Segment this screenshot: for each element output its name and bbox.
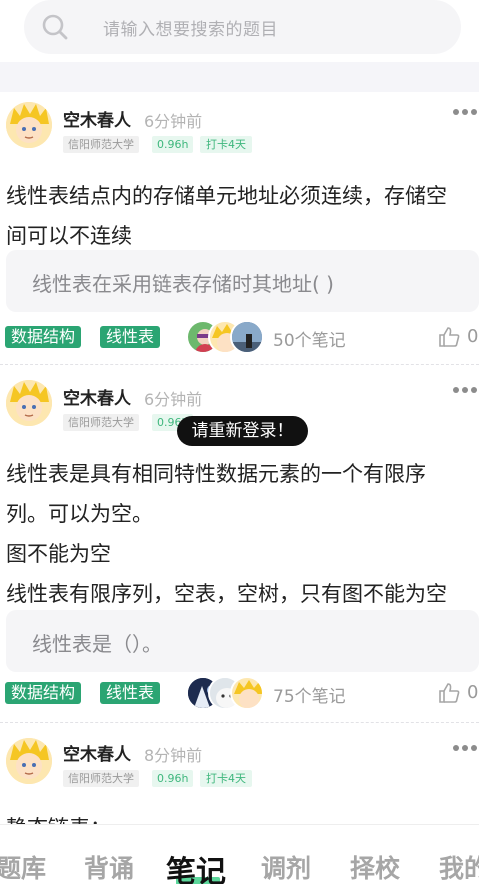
note-body-line: 线性表是具有相同特性数据元素的一个有限序 — [6, 462, 426, 486]
search-bar[interactable]: 请输入想要搜索的题目 — [24, 0, 461, 54]
card-divider — [0, 722, 479, 723]
contributor-avatars[interactable] — [186, 676, 266, 710]
contributor-avatars[interactable] — [186, 320, 266, 354]
question-card[interactable]: 线性表在采用链表存储时其地址( ) — [6, 250, 479, 312]
author-name[interactable]: 空木春人 — [63, 106, 131, 131]
more-options-icon[interactable] — [453, 384, 479, 396]
checkin-badge: 打卡4天 — [200, 770, 252, 787]
post-time: 6分钟前 — [144, 112, 203, 131]
school-badge: 信阳师范大学 — [63, 136, 139, 153]
search-input[interactable]: 请输入想要搜索的题目 — [103, 15, 278, 40]
tab-recite[interactable]: 背诵 — [84, 849, 134, 884]
notes-page: 请输入想要搜索的题目 空木春人 6分钟前 信阳师范大学 0.96h 打卡4天 线… — [0, 0, 479, 884]
note-body-line: 图不能为空 — [6, 542, 111, 566]
school-badge: 信阳师范大学 — [63, 414, 139, 431]
question-card[interactable]: 线性表是（）。 — [6, 610, 479, 672]
toast-message: 请重新登录！ — [177, 416, 308, 446]
tab-school-choice[interactable]: 择校 — [350, 849, 400, 884]
post-time: 8分钟前 — [144, 746, 203, 765]
tab-profile[interactable]: 我的 — [439, 849, 479, 884]
notes-count[interactable]: 75个笔记 — [273, 682, 346, 707]
thumbs-up-icon[interactable] — [438, 682, 460, 704]
notes-count[interactable]: 50个笔记 — [273, 326, 346, 351]
study-hours-badge: 0.96h — [152, 136, 194, 153]
question-text: 线性表是（）。 — [32, 632, 162, 656]
more-options-icon[interactable] — [453, 106, 479, 118]
note-body-line: 线性表结点内的存储单元地址必须连续，存储空 — [6, 184, 447, 208]
post-time: 6分钟前 — [144, 390, 203, 409]
like-count: 0 — [467, 326, 479, 347]
contributor-avatar — [230, 320, 264, 354]
avatar-image — [6, 738, 52, 784]
topic-tag[interactable]: 线性表 — [100, 682, 161, 704]
like-count: 0 — [467, 682, 479, 703]
more-options-icon[interactable] — [453, 742, 479, 754]
avatar[interactable] — [6, 380, 52, 426]
avatar-image — [6, 102, 52, 148]
avatar[interactable] — [6, 738, 52, 784]
bottom-tab-bar: 题库 背诵 笔记 调剂 择校 我的 — [0, 824, 479, 884]
contributor-avatar — [230, 676, 264, 710]
subject-tag[interactable]: 数据结构 — [5, 326, 82, 348]
author-name[interactable]: 空木春人 — [63, 740, 131, 765]
tab-question-bank[interactable]: 题库 — [0, 849, 46, 884]
tab-adjustment[interactable]: 调剂 — [261, 849, 311, 884]
tab-notes[interactable]: 笔记 — [166, 847, 226, 884]
topic-tag[interactable]: 线性表 — [100, 326, 161, 348]
note-body-line: 线性表有限序列，空表，空树，只有图不能为空 — [6, 582, 447, 606]
search-icon — [42, 14, 68, 40]
thumbs-up-icon[interactable] — [438, 326, 460, 348]
checkin-badge: 打卡4天 — [200, 136, 252, 153]
school-badge: 信阳师范大学 — [63, 770, 139, 787]
section-separator — [0, 62, 479, 92]
avatar[interactable] — [6, 102, 52, 148]
study-hours-badge: 0.96h — [152, 770, 194, 787]
question-text: 线性表在采用链表存储时其地址( ) — [32, 272, 334, 296]
note-body-line: 间可以不连续 — [6, 224, 132, 248]
author-name[interactable]: 空木春人 — [63, 384, 131, 409]
avatar-image — [6, 380, 52, 426]
note-body-line: 列。可以为空。 — [6, 502, 153, 526]
card-divider — [0, 364, 479, 365]
search-area: 请输入想要搜索的题目 — [0, 0, 479, 62]
subject-tag[interactable]: 数据结构 — [5, 682, 82, 704]
